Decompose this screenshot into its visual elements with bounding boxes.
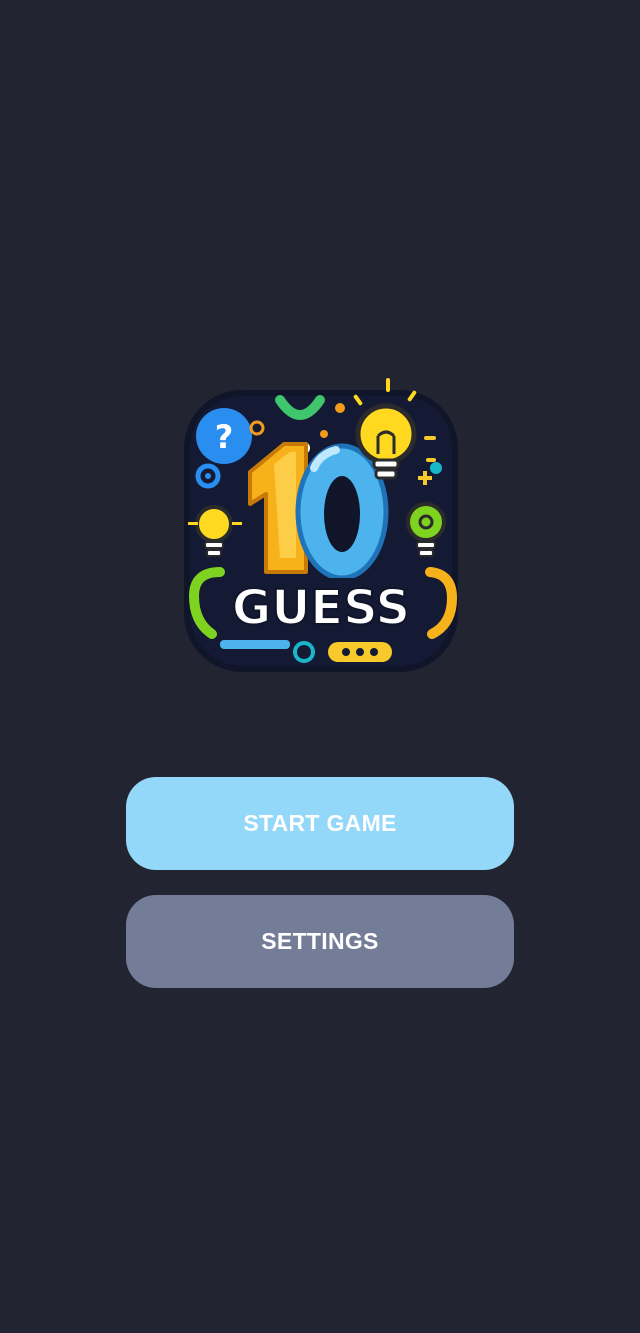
settings-label: SETTINGS xyxy=(261,928,379,954)
spark-decoration xyxy=(423,471,427,485)
spark-decoration xyxy=(424,436,436,440)
question-icon: ? xyxy=(196,408,252,464)
start-game-label: START GAME xyxy=(243,810,397,836)
logo-word-text: GUESS xyxy=(232,580,410,636)
app-logo: ? GUESS xyxy=(180,372,462,674)
dot-decoration xyxy=(335,403,345,413)
logo-word: GUESS xyxy=(210,578,432,637)
start-game-button[interactable]: START GAME xyxy=(126,777,514,870)
spark-decoration xyxy=(426,458,436,462)
svg-text:?: ? xyxy=(215,418,234,456)
dot-decoration xyxy=(430,462,442,474)
app-logo-graphic: ? GUESS xyxy=(184,378,458,672)
settings-button[interactable]: SETTINGS xyxy=(126,895,514,988)
dot-decoration xyxy=(320,430,328,438)
